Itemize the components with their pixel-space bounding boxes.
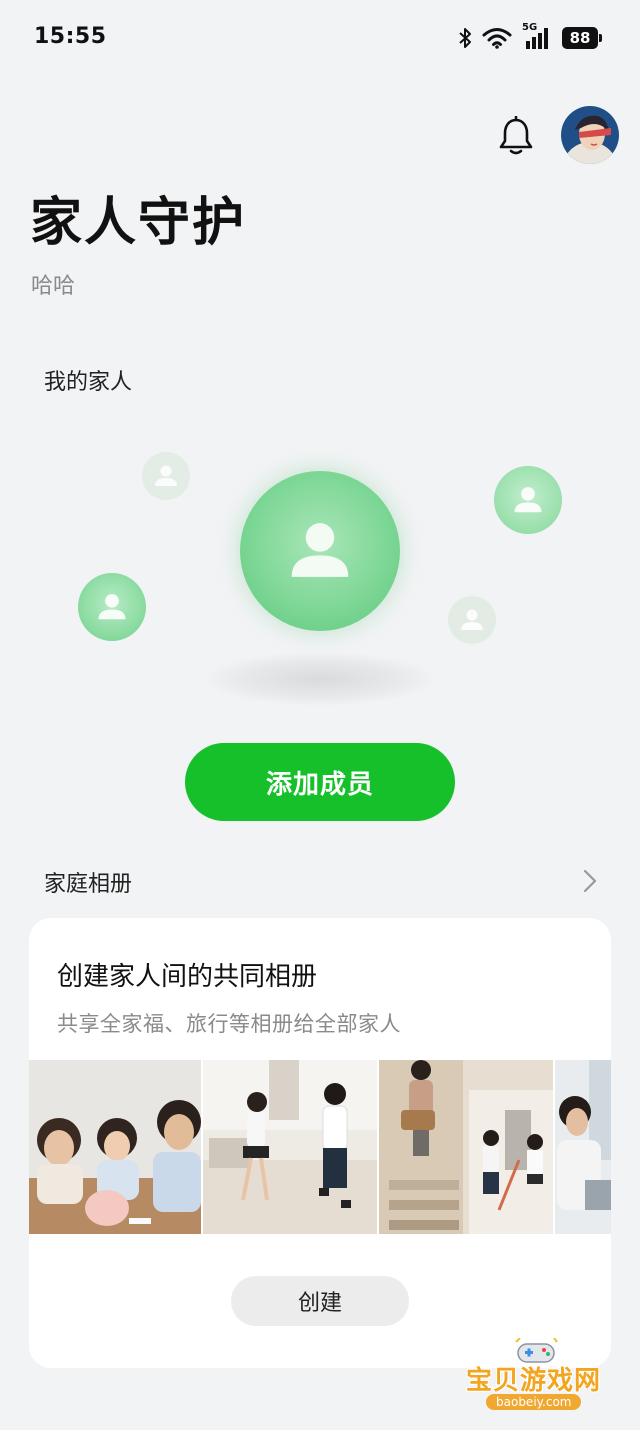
page-subtitle: 哈哈 [31,274,76,299]
illustration-shadow [205,652,435,706]
add-member-button[interactable]: 添加成员 [185,743,455,821]
member-bubble [78,573,146,641]
chevron-right-icon[interactable] [580,868,600,894]
album-card-title: 创建家人间的共同相册 [57,962,318,992]
my-family-title: 我的家人 [44,370,133,395]
status-time: 15:55 [34,24,107,49]
person-icon [155,465,177,486]
cellular-5g-icon: 5G [522,22,552,51]
page-title: 家人守护 [30,193,247,253]
member-bubble-faint [142,452,190,500]
family-photo-laptop [555,1060,611,1234]
status-icons: 5G 88 [458,22,602,52]
battery-level: 88 [562,27,598,49]
member-bubble-faint [448,596,496,644]
person-icon [98,594,126,620]
album-card: 创建家人间的共同相册 共享全家福、旅行等相册给全部家人 创建 [29,918,611,1368]
avatar [561,106,619,164]
watermark-url: baobeiy.com [486,1394,582,1410]
album-photo-strip [29,1060,611,1234]
person-icon [461,609,483,630]
family-photo-piggybank [29,1060,201,1234]
wifi-icon [482,27,512,49]
family-photo-stairs [379,1060,553,1234]
person-icon [514,487,542,513]
bluetooth-icon [458,27,472,49]
site-watermark: 宝贝游戏网 baobeiy.com [462,1338,612,1422]
member-bubble-main [240,471,400,631]
bell-icon [499,115,533,155]
watermark-text: 宝贝游戏网 [466,1366,602,1396]
family-guard-screen: 15:55 5G 88 家人守护 哈哈 我的家人 添加成员 家庭相册 创建家人间… [0,0,640,1430]
album-card-description: 共享全家福、旅行等相册给全部家人 [57,1012,401,1036]
user-avatar-button[interactable] [561,106,619,164]
notification-bell-button[interactable] [497,115,535,156]
member-bubble [494,466,562,534]
family-album-title[interactable]: 家庭相册 [44,866,132,898]
family-photo-playing [203,1060,377,1234]
person-icon [291,523,349,577]
create-album-button[interactable]: 创建 [231,1276,409,1326]
battery-icon: 88 [562,27,602,49]
status-bar: 15:55 5G 88 [0,0,640,76]
